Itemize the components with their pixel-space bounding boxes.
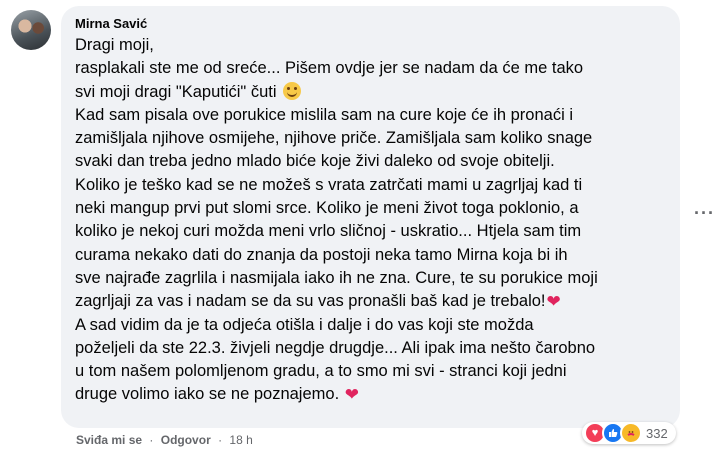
reaction-count: 332	[646, 425, 668, 441]
comment-line: Dragi moji,	[75, 36, 154, 54]
comment-line: A sad vidim da je ta odjeća otišla i dal…	[75, 315, 534, 334]
comment-line: Kad sam pisala ove porukice mislila sam …	[75, 105, 573, 124]
heart-emoji-icon: ❤	[344, 385, 359, 405]
more-options-icon[interactable]: ···	[694, 203, 715, 224]
heart-emoji-icon: ❤	[546, 292, 561, 312]
reply-button[interactable]: Odgovor	[161, 433, 211, 447]
comment-line: poželjeli da ste 22.3. živjeli negdje dr…	[75, 338, 596, 357]
comment-line: Koliko je teško kad se ne možeš s vrata …	[75, 175, 583, 194]
comment-line-text: zagrljaji za vas i nadam se da su vas pr…	[75, 292, 546, 311]
comment-line: zagrljaji za vas i nadam se da su vas pr…	[75, 290, 668, 313]
separator: ·	[149, 433, 154, 447]
comment-line: u tom našem polomljenom gradu, a to smo …	[75, 362, 567, 381]
comment-author[interactable]: Mirna Savić	[75, 16, 668, 32]
comment-line: sve najrađe zagrlila i nasmijala iako ih…	[75, 268, 598, 287]
comment-line: svaki dan treba jedno mlado biće koje ži…	[75, 152, 555, 171]
comment-body: Dragi moji, rasplakali ste me od sreće..…	[75, 34, 668, 407]
reactions-summary[interactable]: ♥ 332	[582, 422, 676, 444]
comment-line: neki mangup prvi put slomi srce. Koliko …	[75, 199, 579, 218]
separator: ·	[218, 433, 223, 447]
smile-emoji-icon	[283, 81, 302, 100]
comment-line: zamišljala njihove osmijehe, njihove pri…	[75, 129, 593, 148]
avatar[interactable]	[11, 10, 51, 50]
comment-line: druge volimo iako se ne poznajemo. ❤	[75, 383, 668, 406]
comment-timestamp[interactable]: 18 h	[229, 433, 252, 447]
comment-line: koliko je nekoj curi možda meni vrlo sli…	[75, 222, 582, 241]
comment-line: rasplakali ste me od sreće... Pišem ovdj…	[75, 59, 584, 78]
comment-line: curama nekako dati do znanja da postoji …	[75, 245, 568, 264]
like-button[interactable]: Sviđa mi se	[76, 433, 142, 447]
comment-actions: Sviđa mi se · Odgovor · 18 h	[76, 432, 253, 448]
comment-bubble: Mirna Savić Dragi moji, rasplakali ste m…	[61, 6, 680, 428]
comment-line: svi moji dragi "Kaputići" čuti	[75, 81, 668, 104]
comment-line-text: druge volimo iako se ne poznajemo.	[75, 385, 344, 404]
care-icon	[620, 422, 642, 444]
comment-line-text: svi moji dragi "Kaputići" čuti	[75, 82, 277, 101]
